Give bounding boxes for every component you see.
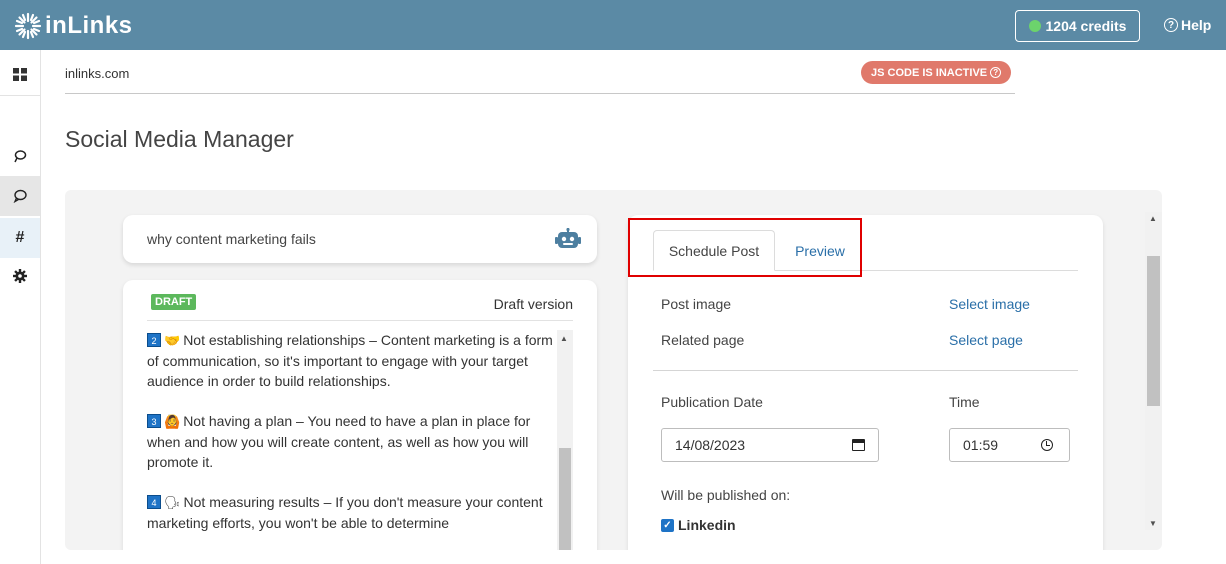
draft-badge: DRAFT: [151, 294, 197, 310]
topic-text[interactable]: why content marketing fails: [147, 231, 316, 247]
draft-item-text: Not having a plan – You need to have a p…: [147, 413, 531, 470]
speaking-head-icon: 🗣: [164, 495, 181, 510]
scroll-down-icon[interactable]: ▼: [1149, 519, 1157, 528]
draft-scrollbar[interactable]: ▲: [557, 330, 573, 550]
sidebar-item-dashboard[interactable]: [0, 54, 40, 94]
draft-item-text: Not measuring results – If you don't mea…: [147, 494, 543, 531]
handshake-icon: 🤝: [164, 333, 181, 348]
js-status-label: JS CODE IS INACTIVE: [871, 66, 988, 79]
draft-item: 4 🗣 Not measuring results – If you don't m…: [147, 492, 557, 533]
tabs-highlight-box: [628, 218, 862, 277]
select-image-link[interactable]: Select image: [949, 296, 1030, 312]
sidebar-item-social[interactable]: [0, 176, 40, 216]
calendar-icon[interactable]: [852, 439, 865, 451]
help-link[interactable]: ? Help: [1164, 17, 1211, 33]
credits-button[interactable]: 1204 credits: [1015, 10, 1140, 42]
logo-burst-icon: [14, 12, 42, 40]
published-on-label: Will be published on:: [661, 487, 791, 503]
top-bar: inLinks 1204 credits ? Help: [0, 0, 1226, 50]
publication-date-input[interactable]: 14/08/2023: [661, 428, 879, 462]
person-gesturing-icon: 🙆: [164, 414, 181, 429]
header-divider: [65, 93, 1015, 94]
time-label: Time: [949, 394, 980, 410]
draft-item-text: Not establishing relationships – Content…: [147, 332, 553, 389]
topic-card: why content marketing fails: [123, 215, 597, 263]
page-title: Social Media Manager: [65, 126, 294, 152]
panel-scroll-thumb[interactable]: [1147, 256, 1160, 406]
content-panel: why content marketing fails DRAFT Draft …: [65, 190, 1162, 550]
linkedin-checkbox-row[interactable]: ✓ Linkedin: [661, 517, 736, 533]
scroll-up-icon[interactable]: ▲: [1149, 214, 1157, 223]
select-page-link[interactable]: Select page: [949, 332, 1023, 348]
logo-text: inLinks: [45, 12, 133, 39]
linkedin-label: Linkedin: [678, 517, 736, 533]
schedule-divider: [653, 370, 1078, 371]
question-circle-icon: ?: [990, 67, 1002, 78]
draft-scroll-thumb[interactable]: [559, 448, 571, 550]
grid-icon: [13, 67, 27, 81]
time-input[interactable]: 01:59: [949, 428, 1070, 462]
number-3-icon: 3: [147, 414, 161, 428]
post-image-label: Post image: [661, 296, 732, 312]
draft-text[interactable]: 2 🤝 Not establishing relationships – Conte…: [147, 330, 557, 550]
publication-date-label: Publication Date: [661, 394, 763, 410]
time-value: 01:59: [963, 437, 999, 453]
question-circle-icon: ?: [1164, 18, 1178, 32]
sidebar-item-settings[interactable]: [0, 256, 40, 296]
scroll-up-icon[interactable]: ▲: [560, 334, 568, 343]
publication-date-value: 14/08/2023: [675, 437, 746, 453]
draft-item: 2 🤝 Not establishing relationships – Conte…: [147, 330, 557, 391]
draft-card: DRAFT Draft version 2 🤝 Not establishing r…: [123, 280, 597, 550]
hash-icon: #: [15, 229, 25, 246]
draft-divider: [147, 320, 573, 321]
credits-label: 1204 credits: [1045, 18, 1127, 34]
sidebar-divider: [0, 95, 40, 96]
number-4-icon: 4: [147, 495, 161, 509]
sidebar: #: [0, 50, 41, 564]
related-page-label: Related page: [661, 332, 745, 348]
status-dot-icon: [1028, 20, 1041, 32]
draft-version-label: Draft version: [493, 296, 573, 312]
number-2-icon: 2: [147, 333, 161, 347]
help-label: Help: [1181, 17, 1212, 33]
logo[interactable]: inLinks: [14, 12, 133, 40]
chat-bubble-icon: [13, 189, 27, 203]
draft-item: 3 🙆 Not having a plan – You need to have a…: [147, 411, 557, 472]
js-status-badge[interactable]: JS CODE IS INACTIVE ?: [861, 61, 1012, 84]
sidebar-item-hashtags[interactable]: #: [0, 218, 40, 258]
clock-icon[interactable]: [1041, 439, 1053, 451]
panel-scrollbar[interactable]: ▲ ▼: [1145, 212, 1162, 530]
robot-icon[interactable]: [555, 228, 581, 250]
checkbox-checked-icon[interactable]: ✓: [661, 518, 674, 532]
sidebar-item-topics[interactable]: [0, 136, 40, 176]
site-domain: inlinks.com: [65, 66, 130, 81]
gear-icon: [13, 269, 27, 283]
lasso-icon: [14, 150, 27, 163]
